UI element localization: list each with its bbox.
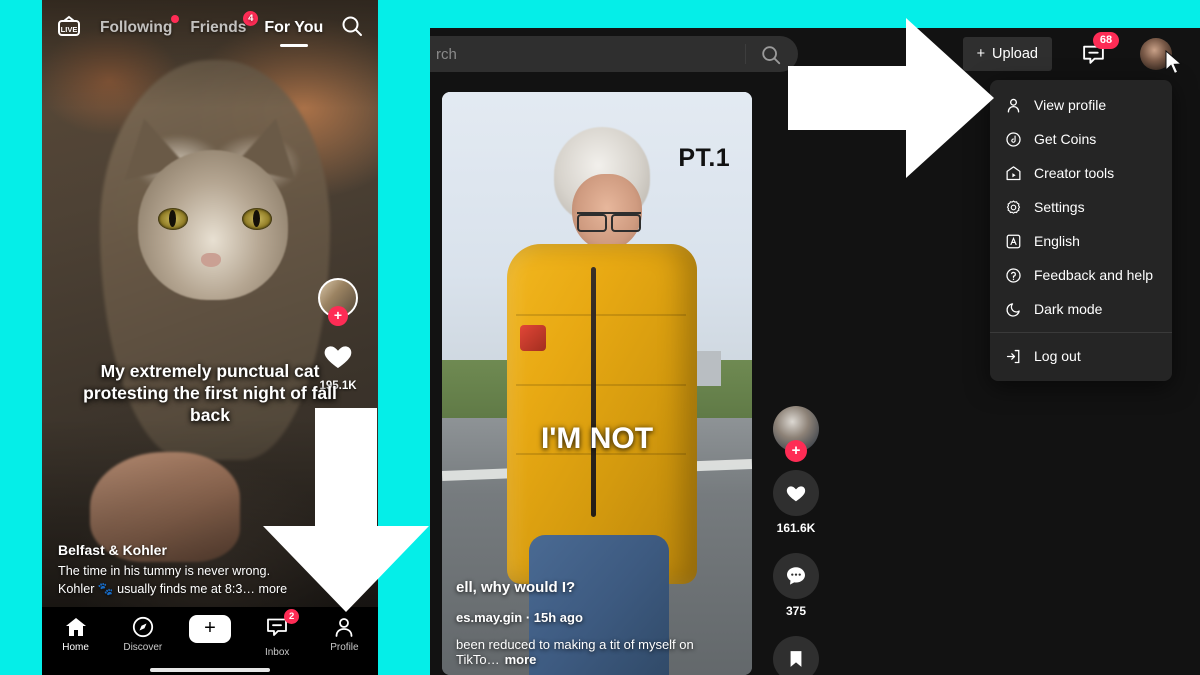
phone-top-navigation: LIVE Following Friends 4 For You [42,0,378,56]
follow-button[interactable]: + [328,306,348,326]
person-icon [1004,96,1022,114]
menu-item-log-out[interactable]: Log out [990,339,1172,373]
heart-icon[interactable] [773,470,819,516]
search-icon[interactable] [760,44,782,71]
annotation-arrow-right [788,18,994,183]
bookmark-button-group: 11.7K [773,636,819,675]
menu-item-settings[interactable]: Settings [990,190,1172,224]
menu-item-label: Feedback and help [1034,267,1154,283]
tab-following[interactable]: Following [100,15,180,37]
search-divider [745,44,746,64]
caption-quote-line: ell, why would I? [456,579,576,596]
messages-count-badge: 68 [1093,32,1119,49]
video-overlay-caption: I'M NOT [540,422,654,455]
desktop-action-rail: + 161.6K 375 [768,406,824,675]
tab-following-label: Following [100,19,173,36]
caption-description[interactable]: been reduced to making a tit of myself o… [456,637,738,667]
desktop-video-player[interactable]: PT.1 I'M NOT ell, why would I? es.may.gi… [442,92,752,675]
menu-item-creator-tools[interactable]: Creator tools [990,156,1172,190]
upload-button-label: Upload [992,46,1038,62]
home-indicator-bar [150,668,270,672]
messages-button[interactable]: 68 [1081,32,1119,72]
mouse-cursor-icon [1164,49,1184,81]
tabbar-home-label: Home [62,642,89,653]
jacket-seam [516,313,687,316]
tabbar-discover-label: Discover [123,642,163,653]
bookmark-icon[interactable] [773,636,819,675]
home-icon [65,618,86,636]
tabbar-item-home[interactable]: Home [42,615,109,653]
caption-more-link[interactable]: more [505,652,537,667]
video-overlay-part-label: PT.1 [678,144,730,172]
menu-item-label: Settings [1034,199,1085,215]
menu-item-label: Creator tools [1034,165,1115,181]
follow-button[interactable]: + [785,440,807,462]
live-icon[interactable]: LIVE [56,15,82,41]
svg-text:LIVE: LIVE [61,25,78,34]
coin-icon [1004,130,1022,148]
menu-item-label: English [1034,233,1080,249]
person-icon [336,618,353,637]
tabbar-item-inbox[interactable]: 2 Inbox [244,609,311,658]
phone-bottom-tabbar: Home Discover + 2 Inbox Profile [42,607,378,675]
menu-item-label: Dark mode [1034,301,1103,317]
creator-avatar[interactable]: + [773,406,819,462]
menu-item-label: Log out [1034,348,1081,364]
logout-icon [1004,347,1022,365]
search-input[interactable]: rch [430,36,798,72]
question-icon [1004,266,1022,284]
comment-button-group: 375 [773,553,819,618]
tabbar-profile-label: Profile [330,642,359,653]
jacket-logo-patch [519,325,546,352]
caption-author-and-time[interactable]: es.may.gin · 15h ago [456,610,738,625]
following-dot-badge [171,15,180,23]
menu-item-label: Get Coins [1034,131,1097,147]
tab-for-you-label: For You [264,19,324,36]
creator-avatar[interactable]: + [318,278,358,326]
menu-item-english[interactable]: English [990,224,1172,258]
comment-icon[interactable] [773,553,819,599]
profile-dropdown-menu: View profile Get Coins Creator tools Set… [990,80,1172,381]
search-icon[interactable] [340,14,364,43]
compass-icon [132,616,153,638]
desktop-video-caption: ell, why would I? es.may.gin · 15h ago b… [442,579,752,667]
tab-friends[interactable]: Friends 4 [190,11,259,37]
language-icon [1004,232,1022,250]
like-button-group: 161.6K [773,470,819,535]
comment-count: 375 [785,604,807,618]
jacket-seam [516,383,687,386]
person-yellow-jacket [507,243,698,584]
phone-feed-tabs: Following Friends 4 For You [100,11,340,37]
moon-icon [1004,300,1022,318]
annotation-arrow-down [263,408,429,617]
menu-item-get-coins[interactable]: Get Coins [990,122,1172,156]
creator-tools-icon [1004,164,1022,182]
tab-friends-label: Friends [190,19,247,36]
jacket-zipper [590,266,596,517]
menu-divider [990,332,1172,333]
tabbar-item-discover[interactable]: Discover [109,615,176,653]
tab-for-you[interactable]: For You [264,19,323,37]
person-glasses [576,211,641,232]
menu-item-view-profile[interactable]: View profile [990,88,1172,122]
tabbar-item-create[interactable]: + [176,615,243,643]
menu-item-label: View profile [1034,97,1107,113]
menu-item-dark-mode[interactable]: Dark mode [990,292,1172,326]
friends-count-badge: 4 [243,11,259,26]
gear-icon [1004,198,1022,216]
tabbar-item-profile[interactable]: Profile [311,615,378,653]
tabbar-inbox-label: Inbox [264,647,290,658]
search-input-value: rch [436,45,457,63]
caption-description-text: been reduced to making a tit of myself o… [456,637,694,667]
menu-item-feedback-and-help[interactable]: Feedback and help [990,258,1172,292]
create-plus-icon[interactable]: + [184,615,236,643]
like-count: 161.6K [776,521,816,535]
